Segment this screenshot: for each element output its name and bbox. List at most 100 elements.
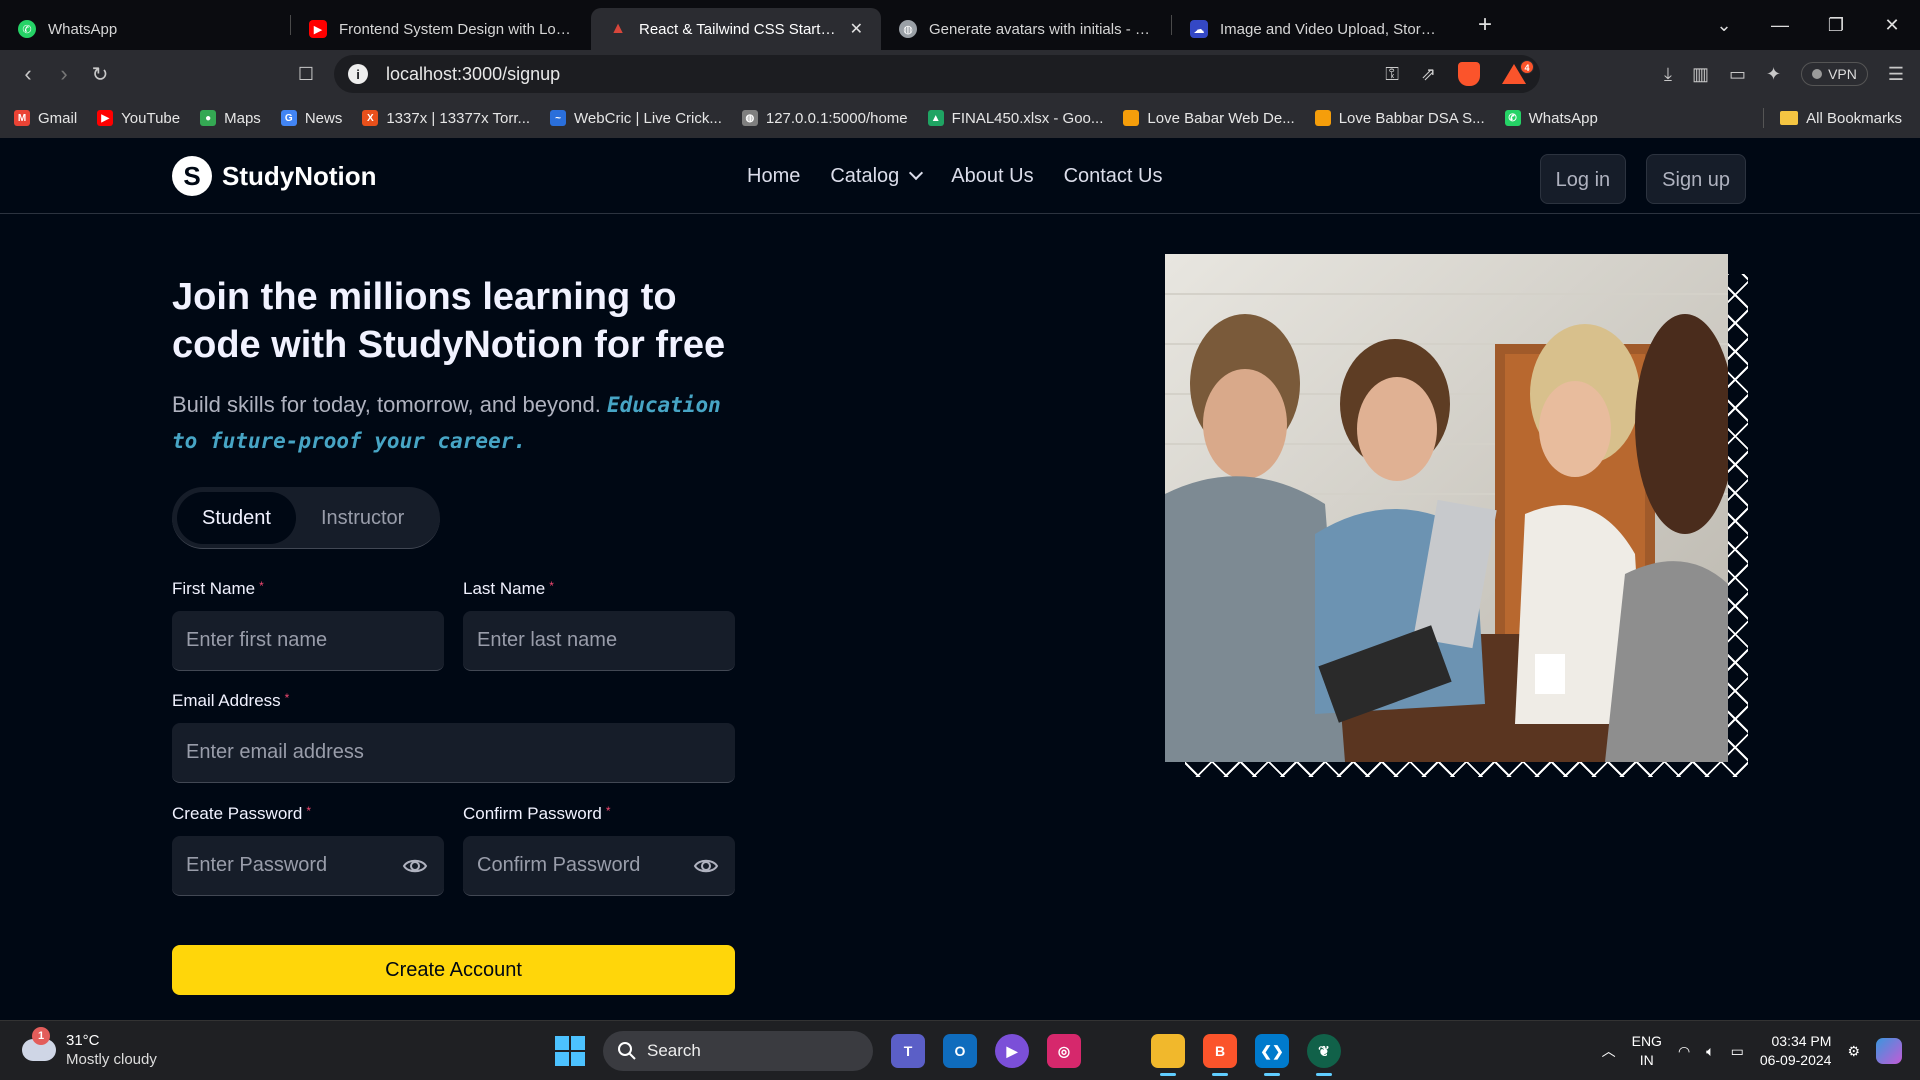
- bookmark-item[interactable]: G News: [280, 110, 342, 127]
- subtitle-plain: Build skills for today, tomorrow, and be…: [172, 392, 601, 417]
- nav-contact[interactable]: Contact Us: [1064, 165, 1163, 188]
- lang-line1: ENG: [1631, 1033, 1662, 1049]
- wallet-icon[interactable]: ▭: [1729, 64, 1746, 85]
- required-mark: *: [549, 579, 554, 593]
- last-name-input[interactable]: [477, 629, 735, 652]
- brave-shields-icon[interactable]: [1458, 62, 1480, 86]
- bookmark-item[interactable]: ✆ WhatsApp: [1504, 109, 1598, 127]
- share-icon[interactable]: ⇗: [1421, 64, 1436, 85]
- forward-icon[interactable]: ›: [46, 61, 82, 87]
- back-icon[interactable]: ‹: [10, 61, 46, 87]
- bookmark-item[interactable]: ▲ FINAL450.xlsx - Goo...: [927, 110, 1103, 127]
- tab-title: Image and Video Upload, Storage, C: [1220, 20, 1444, 38]
- bookmark-item[interactable]: M Gmail: [14, 110, 77, 127]
- battery-icon[interactable]: ▭: [1731, 1043, 1744, 1060]
- bookmark-favicon-icon: ▶: [97, 110, 114, 126]
- chevron-down-icon: [909, 165, 924, 181]
- tab-react-tailwind[interactable]: ▲ React & Tailwind CSS Starter Pa ✕: [591, 8, 881, 50]
- first-name-input[interactable]: [186, 629, 444, 652]
- show-confirm-password-eye-icon[interactable]: [693, 854, 719, 878]
- tab-whatsapp[interactable]: ✆ WhatsApp: [0, 8, 290, 50]
- bookmark-icon[interactable]: ☐: [288, 64, 324, 85]
- role-student[interactable]: Student: [177, 491, 296, 544]
- taskbar-search[interactable]: Search: [603, 1031, 873, 1071]
- all-bookmarks-button[interactable]: All Bookmarks: [1763, 98, 1902, 138]
- login-button[interactable]: Log in: [1539, 154, 1627, 204]
- tab-image-upload[interactable]: ☁ Image and Video Upload, Storage, C: [1172, 8, 1462, 50]
- sidebar-icon[interactable]: ▥: [1692, 64, 1709, 85]
- instagram-icon[interactable]: ◎: [1047, 1034, 1081, 1068]
- bookmark-label: WhatsApp: [1528, 109, 1598, 127]
- reload-icon[interactable]: ↻: [82, 62, 118, 87]
- window-controls: ⌄ — ❐ ✕: [1696, 0, 1920, 50]
- all-bookmarks-label: All Bookmarks: [1806, 109, 1902, 127]
- bookmark-favicon-icon: ◍: [741, 110, 758, 126]
- studynotion-logo[interactable]: S StudyNotion: [172, 156, 377, 196]
- vscode-icon[interactable]: ❮❯: [1255, 1034, 1289, 1076]
- wifi-icon[interactable]: ◠: [1678, 1043, 1690, 1060]
- bookmarks-bar: M Gmail ▶ YouTube ● Maps G News X 1337x | 13377x …: [0, 98, 1920, 138]
- cloud-icon: 1: [22, 1027, 56, 1061]
- email-field[interactable]: [172, 723, 735, 783]
- windows-start-icon[interactable]: [555, 1036, 585, 1066]
- weather-badge: 1: [32, 1027, 50, 1045]
- windows-taskbar: 1 31°C Mostly cloudy Search T O ▶ ◎ B ❮❯…: [0, 1020, 1920, 1080]
- tab-generate-avatars[interactable]: ◍ Generate avatars with initials - User: [881, 8, 1171, 50]
- logo-mark-icon: S: [172, 156, 212, 196]
- tab-search-icon[interactable]: ⌄: [1696, 15, 1752, 36]
- close-window-button[interactable]: ✕: [1864, 15, 1920, 36]
- new-tab-button[interactable]: +: [1478, 11, 1492, 39]
- key-icon[interactable]: ⚿: [1385, 64, 1399, 85]
- clipchamp-icon[interactable]: ▶: [995, 1034, 1029, 1068]
- vpn-button[interactable]: VPN: [1801, 62, 1868, 86]
- url-text[interactable]: localhost:3000/signup: [386, 64, 560, 85]
- bookmark-favicon-icon: M: [14, 110, 30, 126]
- teams-icon[interactable]: T: [891, 1034, 925, 1068]
- taskbar-apps: Search T O ▶ ◎ B ❮❯ ❦: [555, 1029, 1341, 1076]
- show-hidden-icons-chevron-icon[interactable]: ︿: [1602, 1041, 1616, 1061]
- tab-frontend-design[interactable]: ▶ Frontend System Design with Low L: [291, 8, 591, 50]
- mongodb-compass-icon[interactable]: ❦: [1307, 1034, 1341, 1076]
- bookmark-item[interactable]: X 1337x | 13377x Torr...: [362, 110, 530, 127]
- bookmark-label: Love Babbar DSA S...: [1338, 109, 1485, 127]
- outlook-icon[interactable]: O: [943, 1034, 977, 1068]
- brave-browser-icon[interactable]: B: [1203, 1034, 1237, 1076]
- download-icon[interactable]: ⤓: [1664, 64, 1672, 85]
- volume-icon[interactable]: 🔈︎: [1706, 1043, 1714, 1060]
- confirm-password-field[interactable]: [463, 836, 735, 896]
- create-account-button[interactable]: Create Account: [172, 945, 735, 995]
- brave-rewards-icon[interactable]: 4: [1502, 60, 1534, 84]
- nav-catalog[interactable]: Catalog: [830, 165, 924, 188]
- weather-widget[interactable]: 1 31°C Mostly cloudy: [22, 1027, 157, 1069]
- create-password-field[interactable]: [172, 836, 444, 896]
- nav-about[interactable]: About Us: [951, 165, 1033, 188]
- bookmark-item[interactable]: Love Babar Web De...: [1123, 110, 1295, 127]
- menu-icon[interactable]: ☰: [1888, 64, 1904, 85]
- clock[interactable]: 03:34 PM 06-09-2024: [1760, 1032, 1832, 1070]
- bookmark-item[interactable]: ▶ YouTube: [97, 110, 180, 127]
- required-mark: *: [306, 804, 312, 818]
- page-title: Join the millions learning to code with …: [172, 276, 726, 366]
- nav-home[interactable]: Home: [747, 165, 800, 188]
- settings-gear-icon[interactable]: ⚙: [1847, 1043, 1860, 1060]
- close-tab-icon[interactable]: ✕: [840, 19, 863, 39]
- email-input[interactable]: [186, 741, 735, 764]
- bookmark-item[interactable]: ~ WebCric | Live Crick...: [550, 110, 722, 127]
- bookmark-item[interactable]: Love Babbar DSA S...: [1314, 109, 1485, 127]
- bookmark-item[interactable]: ● Maps: [200, 110, 261, 127]
- copilot-icon[interactable]: [1876, 1038, 1902, 1064]
- last-name-field[interactable]: [463, 611, 735, 671]
- leo-ai-icon[interactable]: ✦: [1766, 64, 1781, 85]
- weather-desc: Mostly cloudy: [66, 1051, 157, 1068]
- bookmark-item[interactable]: ◍ 127.0.0.1:5000/home: [741, 110, 908, 127]
- role-instructor[interactable]: Instructor: [296, 492, 429, 544]
- file-explorer-icon[interactable]: [1151, 1034, 1185, 1076]
- show-password-eye-icon[interactable]: [402, 854, 428, 878]
- site-info-icon[interactable]: i: [348, 64, 368, 84]
- input-language[interactable]: ENG IN: [1632, 1032, 1662, 1070]
- address-bar[interactable]: i localhost:3000/signup ⚿ ⇗ 4: [334, 55, 1540, 93]
- signup-button[interactable]: Sign up: [1646, 154, 1746, 204]
- restore-button[interactable]: ❐: [1808, 15, 1864, 36]
- first-name-field[interactable]: [172, 611, 444, 671]
- minimize-button[interactable]: —: [1752, 15, 1808, 36]
